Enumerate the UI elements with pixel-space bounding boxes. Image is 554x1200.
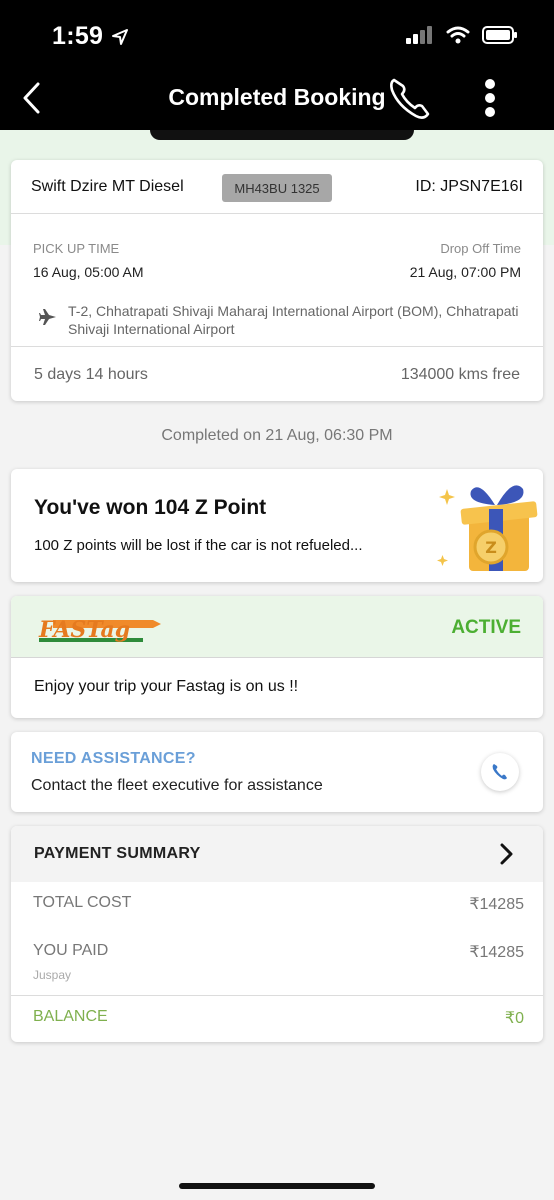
divider <box>11 346 543 347</box>
divider <box>11 995 543 996</box>
location-arrow-icon <box>112 28 129 45</box>
status-bar-time: 1:59 <box>52 22 129 51</box>
gift-box-icon: Z <box>437 485 538 571</box>
fastag-card: FASTag ACTIVE Enjoy your trip your Fasta… <box>11 596 543 718</box>
pickup-label: PICK UP TIME <box>33 241 120 256</box>
battery-icon <box>482 26 517 44</box>
assistance-card[interactable]: NEED ASSISTANCE? Contact the fleet execu… <box>11 732 543 812</box>
page-title: Completed Booking <box>168 84 386 110</box>
pickup-address: T-2, Chhatrapati Shivaji Maharaj Interna… <box>68 303 519 337</box>
payment-summary-title: PAYMENT SUMMARY <box>34 845 201 862</box>
booking-duration: 5 days 14 hours <box>34 366 148 383</box>
reward-card[interactable]: You've won 104 Z Point 100 Z points will… <box>11 469 543 582</box>
chevron-right-icon[interactable] <box>499 842 515 866</box>
balance-value: ₹0 <box>504 1010 524 1027</box>
divider <box>11 213 543 214</box>
booking-card: Swift Dzire MT Diesel MH43BU 1325 ID: JP… <box>11 160 543 401</box>
you-paid-label: YOU PAID <box>33 942 109 959</box>
svg-text:Z: Z <box>485 538 497 557</box>
reward-title: You've won 104 Z Point <box>34 496 267 519</box>
you-paid-value: ₹14285 <box>469 944 524 961</box>
more-options-icon[interactable] <box>476 76 504 120</box>
reward-description: 100 Z points will be lost if the car is … <box>34 537 363 554</box>
fastag-status: ACTIVE <box>451 617 521 638</box>
free-kms: 134000 kms free <box>400 366 520 383</box>
wifi-icon <box>446 26 470 44</box>
car-name: Swift Dzire MT Diesel <box>31 178 184 195</box>
total-cost-label: TOTAL COST <box>33 894 132 911</box>
home-indicator[interactable] <box>179 1183 375 1189</box>
cellular-signal-icon <box>406 26 432 44</box>
call-fleet-button[interactable] <box>481 753 519 791</box>
car-image <box>150 130 414 140</box>
payment-summary-header[interactable]: PAYMENT SUMMARY <box>11 826 543 882</box>
assistance-title: NEED ASSISTANCE? <box>31 750 196 767</box>
license-plate-badge: MH43BU 1325 <box>222 174 332 202</box>
phone-icon <box>492 764 507 780</box>
status-indicators <box>406 26 518 44</box>
completed-on-text: Completed on 21 Aug, 06:30 PM <box>161 427 393 444</box>
status-time-text: 1:59 <box>52 22 104 50</box>
assistance-description: Contact the fleet executive for assistan… <box>31 777 323 794</box>
booking-id: ID: JPSN7E16I <box>415 178 523 195</box>
svg-text:FASTag: FASTag <box>38 617 130 643</box>
pickup-time: 16 Aug, 05:00 AM <box>33 264 144 280</box>
fastag-message: Enjoy your trip your Fastag is on us !! <box>34 678 299 695</box>
payment-summary-card: PAYMENT SUMMARY TOTAL COST ₹14285 YOU PA… <box>11 826 543 1042</box>
app-header: 1:59 Completed Booking <box>0 0 554 130</box>
dropoff-time: 21 Aug, 07:00 PM <box>409 264 521 280</box>
payment-method: Juspay <box>33 968 72 982</box>
total-cost-value: ₹14285 <box>469 896 524 913</box>
balance-label: BALANCE <box>33 1008 108 1025</box>
fastag-logo-icon: FASTag <box>38 617 161 643</box>
phone-icon[interactable] <box>386 74 438 122</box>
dropoff-label: Drop Off Time <box>440 241 521 256</box>
airplane-icon <box>39 309 56 325</box>
